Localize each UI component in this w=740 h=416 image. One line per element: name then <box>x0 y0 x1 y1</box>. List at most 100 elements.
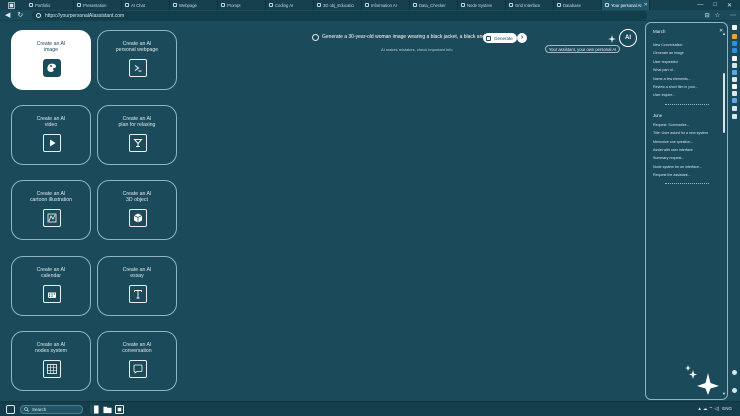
sidebar-tool-icon[interactable] <box>732 48 737 53</box>
tab-label: Your personal AI <box>611 2 642 8</box>
favorite-icon[interactable]: ☆ <box>715 12 720 19</box>
browser-tab[interactable]: 3D obj_Educatio <box>314 0 362 10</box>
sidebar-tool-icon[interactable] <box>732 114 737 119</box>
start-button[interactable] <box>6 405 15 414</box>
assistant-logo[interactable]: AI <box>619 29 637 47</box>
tab-label: Webpage <box>179 2 197 8</box>
sidebar-tool-icon[interactable] <box>732 98 737 103</box>
browser-tab[interactable]: Data_Checker <box>410 0 458 10</box>
scroll-down-icon[interactable]: ▼ <box>722 391 726 396</box>
illustration-icon <box>43 209 61 227</box>
create-card[interactable]: Create an AI 3D object <box>97 180 177 240</box>
history-item[interactable]: Node system for an interface... <box>653 163 719 171</box>
history-item[interactable]: What part of... <box>653 66 719 74</box>
sidebar-tool-icon[interactable] <box>732 56 737 61</box>
assistant-tooltip: Your assistant, your own personal AI <box>545 45 620 53</box>
history-scrollbar[interactable] <box>723 73 725 133</box>
create-card[interactable]: Create an AI image <box>11 30 91 90</box>
sidebar-tool-icon[interactable] <box>732 70 737 75</box>
sidebar-settings-icon[interactable] <box>732 370 737 375</box>
card-title-line2: 3D object <box>126 197 148 204</box>
history-item[interactable]: Request: Summarize... <box>653 121 719 129</box>
browser-tab[interactable]: Information AI <box>362 0 410 10</box>
app-icon-notes[interactable] <box>90 405 99 414</box>
sidebar-tool-icon[interactable] <box>732 25 737 30</box>
browser-tab[interactable]: AI Chat <box>122 0 170 10</box>
sidebar-tool-icon[interactable] <box>732 84 737 89</box>
browser-tab[interactable]: Webpage <box>170 0 218 10</box>
browser-tab[interactable]: Coding AI <box>266 0 314 10</box>
history-item[interactable]: Review a short film in your... <box>653 83 719 91</box>
minimize-button[interactable]: — <box>697 2 703 9</box>
generate-button[interactable]: Generate <box>483 33 517 43</box>
reload-icon[interactable]: ↻ <box>17 11 23 19</box>
sidebar-tool-icon[interactable] <box>732 41 737 46</box>
sidebar-tool-icon[interactable] <box>732 77 737 82</box>
tab-favicon-icon <box>29 3 33 7</box>
create-card[interactable]: Create an AI conversation <box>97 331 177 391</box>
app-icon-browser[interactable] <box>115 405 124 414</box>
assistant-logo-text: AI <box>625 35 631 41</box>
sidebar-settings-icon[interactable] <box>732 388 737 393</box>
window-controls: — □ ✕ <box>697 2 740 9</box>
history-item[interactable]: New Conversation <box>653 41 719 49</box>
disclaimer-text: AI makes mistakes, check important info <box>381 47 453 52</box>
back-arrow-icon[interactable]: ◀ <box>5 11 10 19</box>
send-button[interactable]: › <box>517 33 527 43</box>
create-card[interactable]: Create an AI video <box>11 105 91 165</box>
sidebar-tool-icon[interactable] <box>732 34 737 39</box>
reader-icon[interactable]: ⊟ <box>705 12 710 19</box>
card-title-line2: plan for relaxing <box>118 122 156 129</box>
scroll-up-icon[interactable]: ▲ <box>722 31 726 36</box>
tab-label: Portfolio <box>35 2 51 8</box>
site-info-icon[interactable] <box>36 13 41 18</box>
history-item[interactable]: User requested <box>653 58 719 66</box>
taskbar-search[interactable]: Search <box>20 405 83 414</box>
browser-tab[interactable]: Node System <box>458 0 506 10</box>
window-menu-icon[interactable] <box>0 0 26 10</box>
tab-list: Portfolio Presentation AI Chat Webpage Promp… <box>26 0 650 10</box>
history-item[interactable]: Title: User asked for a new system <box>653 129 719 137</box>
tray-language[interactable]: ENG <box>722 406 732 412</box>
create-card[interactable]: Create an AI plan for relaxing <box>97 105 177 165</box>
create-card[interactable]: Create an AI personal webpage <box>97 30 177 90</box>
sparkle-icon <box>608 35 616 43</box>
browser-tab[interactable]: Portfolio <box>26 0 74 10</box>
history-item[interactable]: Summary request... <box>653 154 719 162</box>
card-title-line2: personal webpage <box>115 47 159 54</box>
folder-icon[interactable] <box>103 405 112 414</box>
browser-tab[interactable]: Grid Interface <box>506 0 554 10</box>
history-item[interactable]: User inquire... <box>653 91 719 99</box>
browser-tab[interactable]: Prompt <box>218 0 266 10</box>
create-card[interactable]: Create an AI essay <box>97 256 177 316</box>
tray-icons[interactable]: ▲ ☁ ⌔ ◁) <box>697 406 719 412</box>
card-title-line2: video <box>44 122 58 129</box>
sidebar-tool-icon[interactable] <box>732 91 737 96</box>
sidebar-tool-icon[interactable] <box>732 106 737 111</box>
sidebar-tool-icon[interactable] <box>732 63 737 68</box>
url-field[interactable]: https://yourpersonalAIassistant.com <box>32 11 647 20</box>
chat-icon <box>129 360 147 378</box>
history-panel: March ✕ New Conversation Generate an imag… <box>645 22 728 400</box>
url-text: https://yourpersonalAIassistant.com <box>45 12 125 19</box>
history-item[interactable]: Generate an image <box>653 49 719 57</box>
history-item[interactable]: Assist with user interface <box>653 146 719 154</box>
browser-tab[interactable]: Presentation <box>74 0 122 10</box>
tab-favicon-icon <box>221 3 225 7</box>
browser-tab[interactable]: Your personal AI ✕ <box>602 0 650 10</box>
browser-menu-icon[interactable]: ⋯ <box>730 12 736 19</box>
create-card[interactable]: Create an AI nodes system <box>11 331 91 391</box>
prompt-input[interactable]: Generate a 30-year-old woman image weari… <box>322 34 495 40</box>
history-item[interactable]: Request the assistant... <box>653 171 719 179</box>
maximize-button[interactable]: □ <box>713 2 717 9</box>
browser-tab[interactable]: Database <box>554 0 602 10</box>
close-window-button[interactable]: ✕ <box>727 2 732 9</box>
generate-label: Generate <box>494 35 513 41</box>
create-card[interactable]: Create an AI calendar <box>11 256 91 316</box>
close-tab-icon[interactable]: ✕ <box>644 2 648 8</box>
history-item[interactable]: Memorize one question... <box>653 138 719 146</box>
attach-icon[interactable] <box>312 34 319 41</box>
browser-tab-bar: Portfolio Presentation AI Chat Webpage Promp… <box>0 0 740 10</box>
create-card[interactable]: Create an AI cartoon illustration <box>11 180 91 240</box>
history-item[interactable]: Name a few elements... <box>653 75 719 83</box>
